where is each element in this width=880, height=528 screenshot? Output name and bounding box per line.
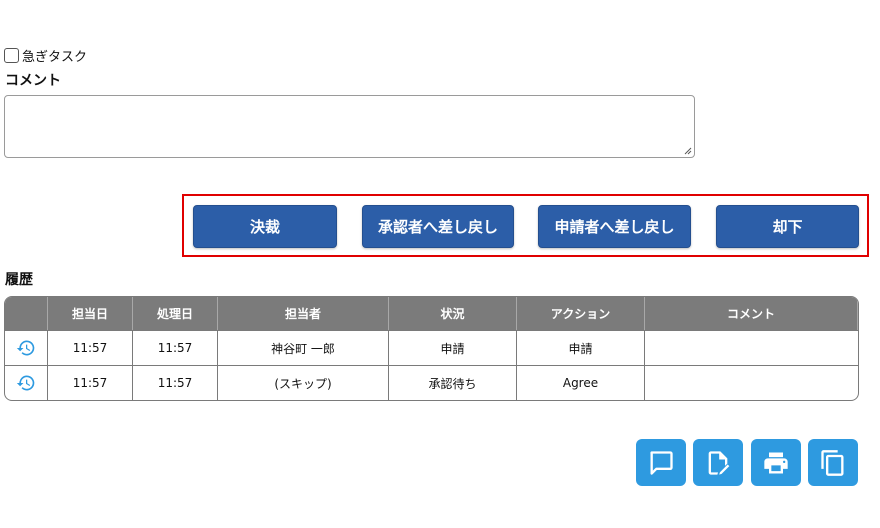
- header-status: 状況: [389, 297, 517, 330]
- history-table: 担当日 処理日 担当者 状況 アクション コメント 11:57 11:57 神谷…: [4, 296, 859, 401]
- edit-document-icon: [708, 450, 730, 475]
- status-cell: 申請: [389, 331, 517, 365]
- header-processed-date: 処理日: [133, 297, 218, 330]
- history-icon[interactable]: [5, 331, 48, 365]
- copy-icon: [821, 449, 844, 476]
- comment-button[interactable]: [636, 439, 686, 486]
- header-assigned-date: 担当日: [48, 297, 133, 330]
- assigned-date-cell: 11:57: [48, 366, 133, 400]
- print-button[interactable]: [751, 439, 801, 486]
- processed-date-cell: 11:57: [133, 331, 218, 365]
- processed-date-cell: 11:57: [133, 366, 218, 400]
- checkbox-box[interactable]: [4, 48, 19, 63]
- history-label: 履歴: [5, 272, 33, 288]
- history-icon[interactable]: [5, 366, 48, 400]
- assignee-cell: 神谷町 一郎: [218, 331, 389, 365]
- comment-cell: [645, 331, 858, 365]
- edit-document-button[interactable]: [693, 439, 743, 486]
- copy-button[interactable]: [808, 439, 858, 486]
- header-comment: コメント: [645, 297, 858, 330]
- urgent-task-label: 急ぎタスク: [22, 50, 88, 65]
- decide-button[interactable]: 決裁: [193, 205, 337, 248]
- header-action: アクション: [517, 297, 645, 330]
- table-header-row: 担当日 処理日 担当者 状況 アクション コメント: [5, 297, 858, 330]
- assignee-cell: (スキップ): [218, 366, 389, 400]
- comment-cell: [645, 366, 858, 400]
- action-cell: 申請: [517, 331, 645, 365]
- comment-icon: [650, 450, 673, 475]
- print-icon: [764, 452, 788, 473]
- resize-grip-icon[interactable]: [684, 147, 692, 155]
- header-assignee: 担当者: [218, 297, 389, 330]
- header-icon-col: [5, 297, 48, 330]
- reject-button[interactable]: 却下: [716, 205, 859, 248]
- action-cell: Agree: [517, 366, 645, 400]
- return-to-applicant-button[interactable]: 申請者へ差し戻し: [538, 205, 691, 248]
- comment-textarea[interactable]: [4, 95, 695, 158]
- assigned-date-cell: 11:57: [48, 331, 133, 365]
- table-row: 11:57 11:57 (スキップ) 承認待ち Agree: [5, 365, 858, 400]
- urgent-task-checkbox[interactable]: 急ぎタスク: [4, 46, 87, 65]
- comment-label: コメント: [5, 73, 61, 89]
- table-row: 11:57 11:57 神谷町 一郎 申請 申請: [5, 330, 858, 365]
- return-to-approver-button[interactable]: 承認者へ差し戻し: [362, 205, 514, 248]
- status-cell: 承認待ち: [389, 366, 517, 400]
